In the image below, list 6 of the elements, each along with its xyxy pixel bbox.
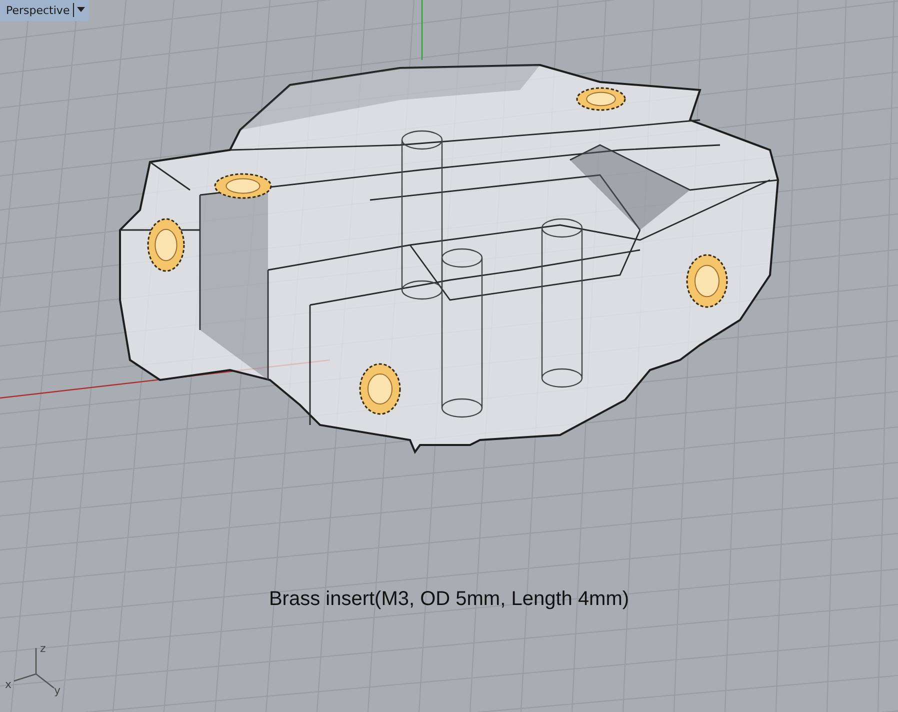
axis-label: y [54, 684, 61, 697]
viewport-title: Perspective [6, 4, 70, 16]
caption-text: Brass insert(M3, OD 5mm, Length 4mm) [268, 588, 630, 611]
axis-label: z [40, 642, 46, 655]
axis-label: x [5, 678, 12, 691]
viewport-tab[interactable]: Perspective [0, 0, 89, 21]
